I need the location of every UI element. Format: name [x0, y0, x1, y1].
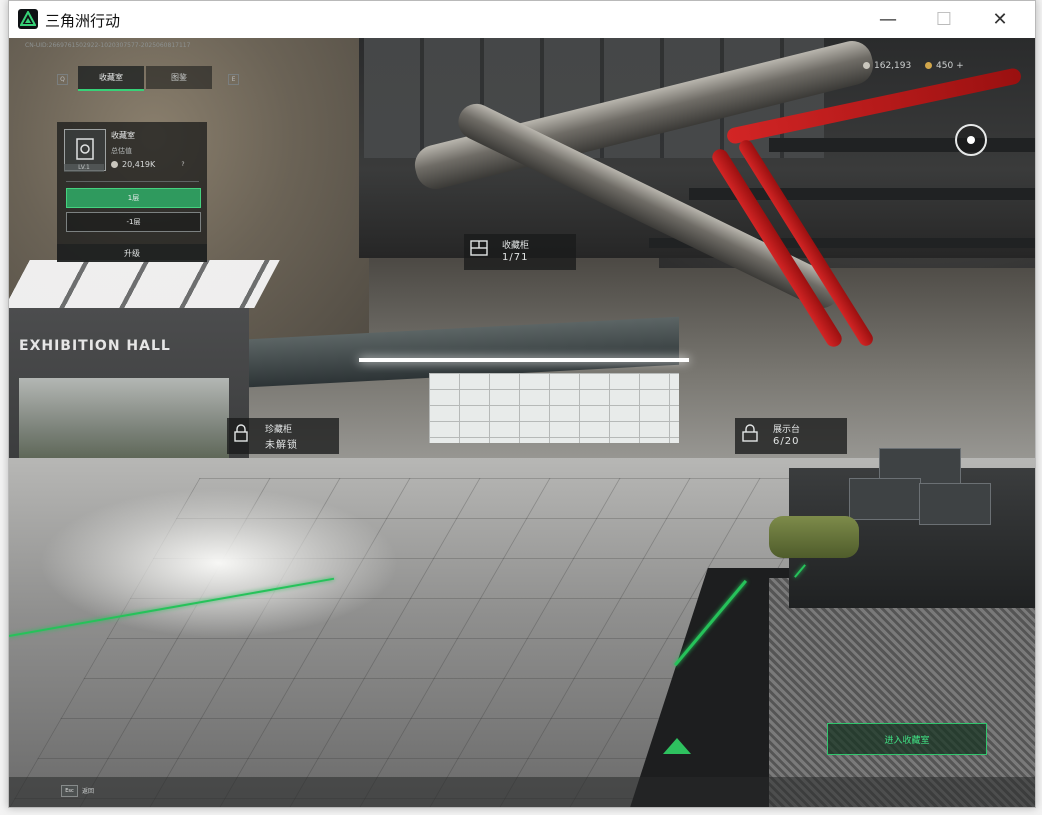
- cabinet-icon: [470, 240, 492, 262]
- display-wall: [429, 373, 679, 443]
- divider: [66, 181, 199, 182]
- tab-collection-room[interactable]: 收藏室: [78, 66, 144, 91]
- bottom-hint-bar: Esc 返回: [9, 777, 1035, 807]
- gold-amount: 450: [936, 61, 954, 71]
- total-value: 20,419K: [111, 160, 155, 169]
- gold-currency: 450 +: [925, 61, 964, 71]
- gold-coin-icon: [925, 62, 932, 69]
- delta-force-logo-icon: [18, 9, 38, 29]
- exhibition-hall-sign: EXHIBITION HALL: [19, 338, 171, 354]
- floor-b1-button[interactable]: -1层: [66, 212, 201, 232]
- room-title: 收藏室: [111, 131, 135, 140]
- collection-room-panel: LV.1 收藏室 总估值 20,419K ? 1层 -1层: [57, 122, 207, 262]
- silver-currency: 162,193: [863, 61, 911, 71]
- esc-key[interactable]: Esc: [61, 785, 78, 797]
- total-value-amount: 20,419K: [122, 160, 156, 169]
- mezzanine-light-strip: [359, 358, 689, 362]
- floor-1-button[interactable]: 1层: [66, 188, 201, 208]
- silver-amount: 162,193: [874, 61, 912, 71]
- game-window: 三角洲行动 — ☐ ✕ EXHIBITION HALL CN-UID:26697…: [8, 0, 1036, 808]
- upgrade-button[interactable]: 升级: [57, 244, 207, 262]
- enter-collection-room-button[interactable]: 进入收藏室: [827, 723, 987, 755]
- tab-bar: 收藏室 图鉴: [78, 66, 214, 91]
- crate: [919, 483, 991, 525]
- window-title: 三角洲行动: [45, 12, 121, 30]
- floor-highlight: [39, 488, 399, 638]
- display-stand-icon: [741, 424, 763, 446]
- tag-value: 1/71: [502, 252, 529, 263]
- tag-value: 6/20: [773, 436, 800, 447]
- exhibition-screen: [19, 378, 229, 463]
- back-label: 返回: [82, 788, 95, 795]
- collection-cabinet-tag[interactable]: 收藏柜 1/71: [464, 234, 576, 270]
- coin-icon: [111, 161, 118, 168]
- player-uid: CN-UID:2669761502922-1020307577-20250608…: [25, 42, 191, 49]
- floor-direction-arrow-icon: [663, 738, 691, 754]
- ceiling-lights: [9, 260, 280, 308]
- silver-coin-icon: [863, 62, 870, 69]
- display-stand-tag[interactable]: 展示台 6/20: [735, 418, 847, 454]
- tag-title: 展示台: [773, 425, 801, 435]
- help-icon[interactable]: ?: [179, 161, 187, 169]
- tab-prev-key[interactable]: Q: [57, 74, 68, 85]
- lock-icon: [233, 424, 255, 446]
- crate: [849, 478, 921, 520]
- tag-value: 未解锁: [265, 440, 298, 451]
- treasure-cabinet-tag[interactable]: 珍藏柜 未解锁: [227, 418, 339, 454]
- tab-catalog[interactable]: 图鉴: [146, 66, 212, 89]
- tag-title: 收藏柜: [502, 241, 530, 251]
- tag-title: 珍藏柜: [265, 425, 293, 435]
- tab-next-key[interactable]: E: [228, 74, 239, 85]
- mesh-floor-grate: [769, 578, 1035, 807]
- minimize-button[interactable]: —: [859, 1, 917, 38]
- ceiling-beam: [769, 138, 1035, 152]
- title-bar: 三角洲行动 — ☐ ✕: [9, 1, 1035, 38]
- camera-view-icon[interactable]: [955, 124, 987, 156]
- green-duffel-bag: [769, 516, 859, 558]
- close-button[interactable]: ✕: [971, 1, 1029, 38]
- game-viewport[interactable]: EXHIBITION HALL CN-UID:2669761502922-102…: [9, 38, 1035, 807]
- add-currency-button[interactable]: +: [956, 61, 964, 71]
- room-level: LV.1: [64, 164, 104, 172]
- maximize-button[interactable]: ☐: [915, 1, 973, 38]
- total-value-label: 总估值: [111, 147, 132, 155]
